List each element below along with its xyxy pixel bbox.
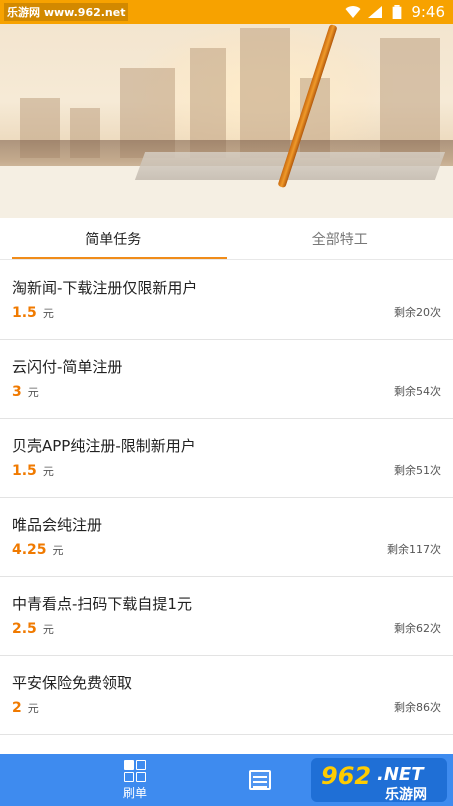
svg-text:962: 962 <box>321 762 371 790</box>
remaining-count: 剩余54次 <box>394 385 441 398</box>
wifi-icon <box>345 6 361 19</box>
task-price: 1.5 元 <box>12 305 54 321</box>
task-item[interactable]: 唯品会纯注册 4.25 元 剩余117次 <box>0 498 453 577</box>
task-title: 唯品会纯注册 <box>12 516 103 534</box>
price-unit: 元 <box>27 702 39 715</box>
watermark-text: 乐游网 www.962.net <box>4 3 129 21</box>
task-item[interactable]: 平安保险免费领取 2 元 剩余86次 <box>0 656 453 735</box>
banner-image <box>0 24 453 218</box>
price-value: 4.25 <box>12 542 47 558</box>
status-icons: 9:46 <box>345 3 445 21</box>
svg-text:乐游网: 乐游网 <box>385 786 427 803</box>
tab-all-agents[interactable]: 全部特工 <box>227 218 453 259</box>
price-unit: 元 <box>42 307 54 320</box>
svg-text:.NET: .NET <box>377 764 425 785</box>
task-price: 2 元 <box>12 700 39 716</box>
task-price: 1.5 元 <box>12 463 54 479</box>
price-value: 2.5 <box>12 621 37 637</box>
remaining-count: 剩余117次 <box>387 543 441 556</box>
battery-icon <box>392 5 402 19</box>
price-value: 1.5 <box>12 305 37 321</box>
task-title: 淘新闻-下载注册仅限新用户 <box>12 279 198 297</box>
task-price: 2.5 元 <box>12 621 54 637</box>
nav-item-orders[interactable]: 刷单 <box>95 754 175 806</box>
task-title: 云闪付-简单注册 <box>12 358 123 376</box>
price-unit: 元 <box>42 465 54 478</box>
price-value: 3 <box>12 384 22 400</box>
price-value: 2 <box>12 700 22 716</box>
remaining-count: 剩余62次 <box>394 622 441 635</box>
task-price: 3 元 <box>12 384 39 400</box>
task-tabs: 简单任务 全部特工 <box>0 218 453 260</box>
task-item[interactable]: 淘新闻-下载注册仅限新用户 1.5 元 剩余20次 <box>0 261 453 340</box>
watermark-logo: 962 .NET 乐游网 <box>311 758 447 803</box>
status-bar: 乐游网 www.962.net 9:46 <box>0 0 453 24</box>
task-price: 4.25 元 <box>12 542 64 558</box>
nav-label: 刷单 <box>122 785 147 800</box>
task-item[interactable]: 云闪付-简单注册 3 元 剩余54次 <box>0 340 453 419</box>
price-unit: 元 <box>42 623 54 636</box>
price-unit: 元 <box>52 544 64 557</box>
task-list: 淘新闻-下载注册仅限新用户 1.5 元 剩余20次 云闪付-简单注册 3 元 剩… <box>0 261 453 735</box>
price-unit: 元 <box>27 386 39 399</box>
grid-icon <box>124 759 146 782</box>
bottom-nav: 刷单 962 .NET 乐游网 <box>0 754 453 806</box>
task-title: 贝壳APP纯注册-限制新用户 <box>12 437 196 455</box>
tab-label: 全部特工 <box>311 231 368 248</box>
list-icon <box>249 770 271 790</box>
status-time: 9:46 <box>411 3 445 21</box>
tab-simple-tasks[interactable]: 简单任务 <box>0 218 227 259</box>
price-value: 1.5 <box>12 463 37 479</box>
remaining-count: 剩余86次 <box>394 701 441 714</box>
task-title: 中青看点-扫码下载自提1元 <box>12 595 192 613</box>
task-title: 平安保险免费领取 <box>12 674 133 692</box>
nav-item-list[interactable] <box>220 754 300 806</box>
signal-icon <box>368 6 383 18</box>
remaining-count: 剩余20次 <box>394 306 441 319</box>
tab-label: 简单任务 <box>85 231 142 248</box>
task-item[interactable]: 贝壳APP纯注册-限制新用户 1.5 元 剩余51次 <box>0 419 453 498</box>
task-item[interactable]: 中青看点-扫码下载自提1元 2.5 元 剩余62次 <box>0 577 453 656</box>
remaining-count: 剩余51次 <box>394 464 441 477</box>
